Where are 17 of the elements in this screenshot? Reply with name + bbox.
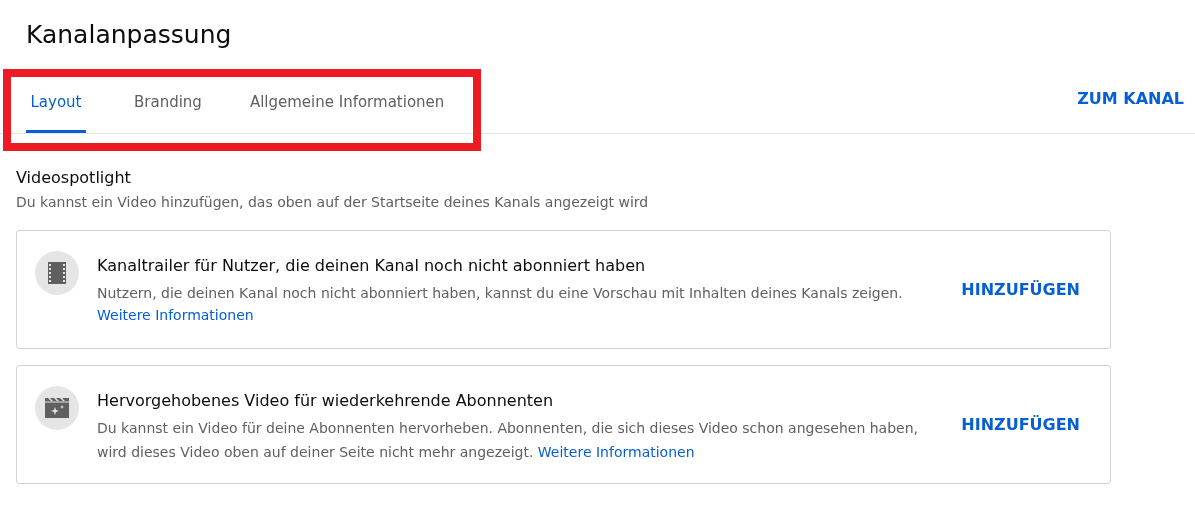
clapperboard-icon xyxy=(45,398,69,418)
card-title: Kanaltrailer für Nutzer, die deinen Kanal noch nicht abonniert haben xyxy=(97,256,647,275)
page-title: Kanalanpassung xyxy=(25,19,233,51)
channel-link[interactable]: ZUM KANAL xyxy=(1077,89,1184,108)
card-title: Hervorgehobenes Video für wiederkehrende Abonnenten xyxy=(97,391,555,410)
learn-more-link[interactable]: Weitere Informationen xyxy=(97,305,254,325)
card-description: Nutzern, die deinen Kanal noch nicht abonniert haben, kannst du eine Vorschau mit Inhalten deines Kanals zeigen. xyxy=(97,284,904,303)
learn-more-link[interactable]: Weitere Informationen xyxy=(537,444,695,460)
section-subtitle: Du kannst ein Video hinzufügen, das oben auf der Startseite deines Kanals angezeigt wird xyxy=(16,194,650,210)
section-title: Videospotlight xyxy=(16,168,132,187)
tab[interactable]: Allgemeine Informationen xyxy=(249,93,445,133)
add-button[interactable]: HINZUFÜGEN xyxy=(961,272,1080,307)
tab[interactable]: Branding xyxy=(134,93,202,133)
card-description: Du kannst ein Video für deine Abonnenten hervorheben. Abonnenten, die sich dieses Video schon angesehen haben, wird dieses Video oben auf deiner Seite nicht mehr angezeigt. Weitere Informationen xyxy=(97,419,919,462)
add-button[interactable]: HINZUFÜGEN xyxy=(961,407,1080,442)
film-icon xyxy=(48,262,66,284)
tab[interactable]: Layout xyxy=(26,93,86,133)
